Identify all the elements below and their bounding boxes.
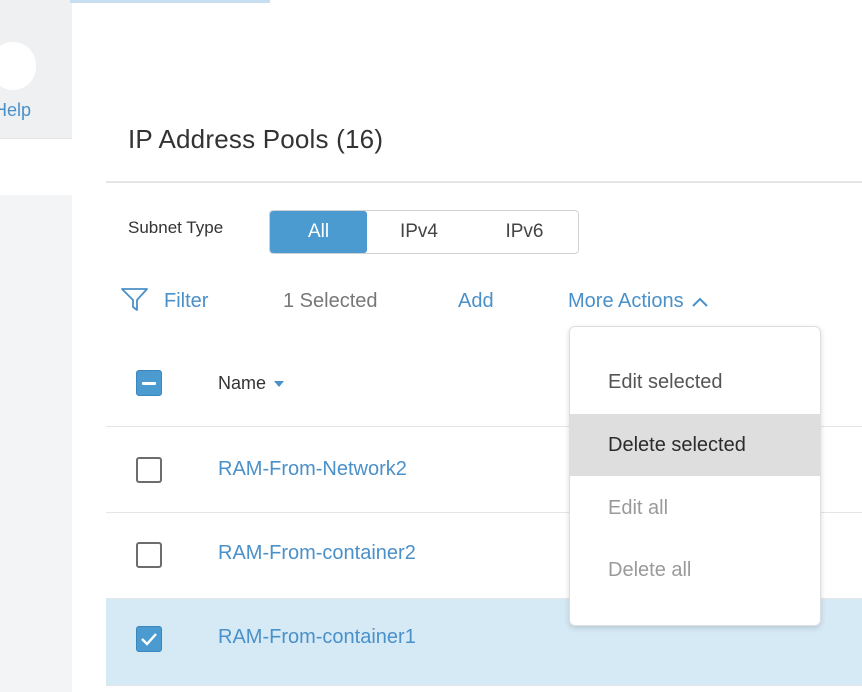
top-tab-indicator xyxy=(70,0,270,3)
more-actions-label: More Actions xyxy=(568,290,684,312)
row-name-link[interactable]: RAM-From-container2 xyxy=(218,542,416,565)
checkmark-icon xyxy=(141,633,157,646)
row-checkbox[interactable] xyxy=(136,457,162,483)
chevron-up-icon xyxy=(691,297,708,307)
indeterminate-icon xyxy=(142,381,156,385)
more-actions-menu: Edit selected Delete selected Edit all D… xyxy=(569,326,821,626)
filter-icon[interactable] xyxy=(120,286,150,314)
rail-panel xyxy=(0,139,72,195)
title-divider xyxy=(106,181,862,183)
menu-item-delete-selected[interactable]: Delete selected xyxy=(570,414,820,476)
add-button[interactable]: Add xyxy=(458,290,494,313)
row-checkbox[interactable] xyxy=(136,542,162,568)
sort-down-icon xyxy=(274,380,285,387)
menu-item-edit-selected[interactable]: Edit selected xyxy=(570,351,820,413)
subnet-type-ipv4-button[interactable]: IPv4 xyxy=(367,211,471,253)
menu-item-delete-all: Delete all xyxy=(608,558,692,581)
name-column-label: Name xyxy=(218,373,267,393)
subnet-type-label: Subnet Type xyxy=(128,218,224,237)
select-all-checkbox[interactable] xyxy=(136,370,162,396)
name-column-header[interactable]: Name xyxy=(218,373,285,394)
more-actions-button[interactable]: More Actions xyxy=(568,290,708,313)
row-divider xyxy=(106,685,862,686)
row-checkbox-checked[interactable] xyxy=(136,626,162,652)
help-link[interactable]: Help xyxy=(0,100,31,121)
subnet-type-ipv6-button[interactable]: IPv6 xyxy=(471,211,578,253)
subnet-type-all-button[interactable]: All xyxy=(270,211,367,253)
page-title: IP Address Pools (16) xyxy=(128,124,384,154)
row-name-link[interactable]: RAM-From-container1 xyxy=(218,626,416,649)
subnet-type-toggle: All IPv4 IPv6 xyxy=(269,210,579,254)
row-name-link[interactable]: RAM-From-Network2 xyxy=(218,458,407,481)
menu-item-edit-all: Edit all xyxy=(608,496,669,519)
selected-count: 1 Selected xyxy=(283,290,378,312)
filter-button[interactable]: Filter xyxy=(164,290,208,313)
